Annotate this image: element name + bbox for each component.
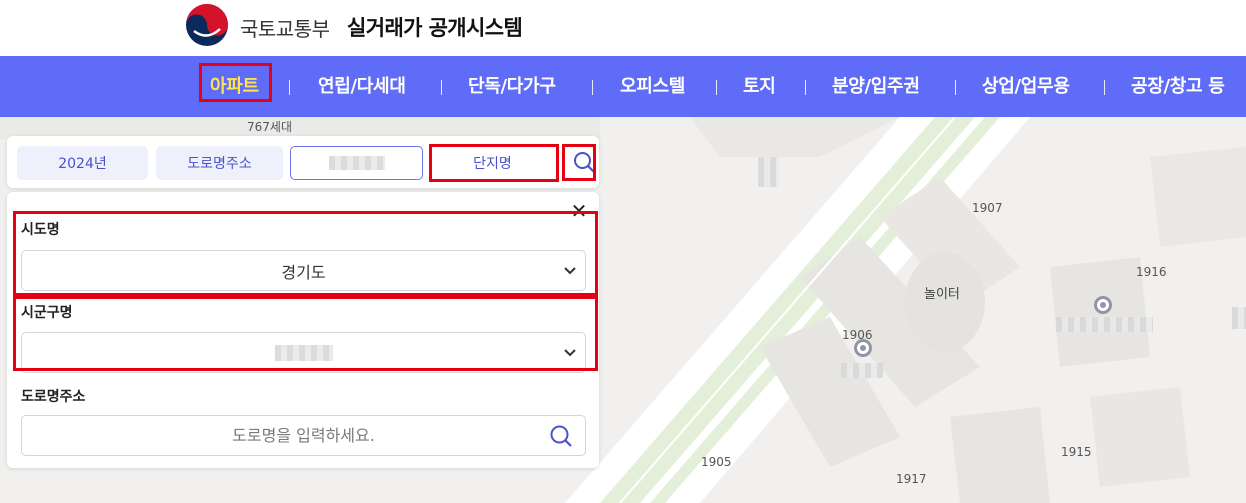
year-select-button[interactable]: 2024년 <box>17 146 148 180</box>
nav-item-presale[interactable]: 분양/입주권 <box>832 72 920 98</box>
road-address-label: 도로명주소 <box>21 389 86 405</box>
road-address-field[interactable] <box>21 415 586 456</box>
nav-divider <box>592 80 593 95</box>
highlight-box <box>199 63 272 102</box>
highlight-box <box>13 211 598 296</box>
header: 국토교통부 실거래가 공개시스템 <box>0 0 1246 56</box>
search-icon[interactable] <box>549 424 573 448</box>
nav-item-land[interactable]: 토지 <box>743 72 776 98</box>
road-address-input[interactable] <box>22 416 585 455</box>
redacted-label <box>841 363 883 378</box>
redacted-value <box>328 156 385 170</box>
map-pin-icon[interactable] <box>1094 296 1112 314</box>
government-emblem-logo[interactable] <box>185 3 229 47</box>
playground-label: 놀이터 <box>924 287 960 302</box>
nav-item-officetel[interactable]: 오피스텔 <box>620 72 685 98</box>
nav-divider <box>805 80 806 95</box>
households-label: 767세대 <box>247 120 292 134</box>
system-title[interactable]: 실거래가 공개시스템 <box>347 12 523 42</box>
redacted-label <box>1232 307 1246 329</box>
highlight-box <box>562 144 596 181</box>
redacted-label <box>758 157 778 187</box>
nav-item-detached-house[interactable]: 단독/다가구 <box>468 72 556 98</box>
highlight-box <box>13 296 598 371</box>
highlight-box <box>429 144 559 182</box>
nav-divider <box>716 80 717 95</box>
main-nav: 아파트 연립/다세대 단독/다가구 오피스텔 토지 분양/입주권 상업/업무용 … <box>0 56 1246 117</box>
building-1907-label: 1907 <box>972 201 1003 215</box>
building-1905-label: 1905 <box>701 455 732 469</box>
building-1916-label: 1916 <box>1136 265 1167 279</box>
map-pin-icon[interactable] <box>854 339 872 357</box>
nav-divider <box>955 80 956 95</box>
redacted-label <box>1056 317 1153 332</box>
nav-item-commercial[interactable]: 상업/업무용 <box>982 72 1070 98</box>
nav-divider <box>1104 80 1105 95</box>
nav-divider <box>289 80 290 95</box>
building-1917-label: 1917 <box>896 472 927 486</box>
building-1915-label: 1915 <box>1061 445 1092 459</box>
ministry-name: 국토교통부 <box>240 17 330 41</box>
address-select-button[interactable] <box>290 146 423 180</box>
nav-item-row-house[interactable]: 연립/다세대 <box>318 72 406 98</box>
nav-divider <box>441 80 442 95</box>
road-address-tab[interactable]: 도로명주소 <box>156 146 283 180</box>
nav-item-factory[interactable]: 공장/창고 등 <box>1131 72 1225 98</box>
